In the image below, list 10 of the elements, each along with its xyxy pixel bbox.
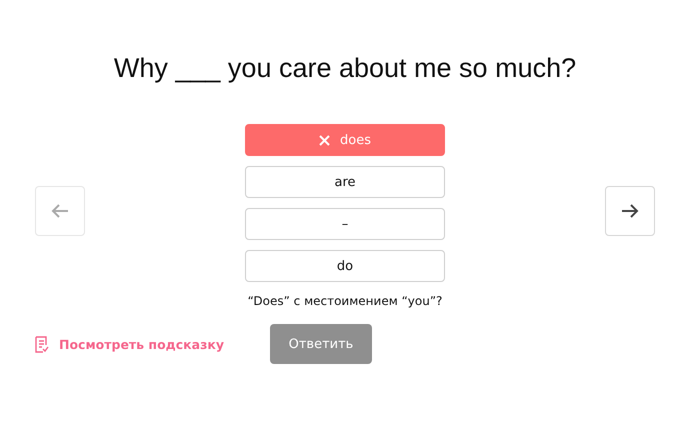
answer-option[interactable]: – [245,208,445,240]
answer-option[interactable]: are [245,166,445,198]
left-arrow-icon [51,203,69,219]
next-button[interactable] [605,186,655,236]
note-icon [35,336,49,352]
question-text: Why ___ you care about me so much? [112,52,578,85]
feedback-text: “Does” с местоимением “you”? [246,294,444,308]
cross-icon [319,134,330,146]
right-arrow-icon [621,203,639,219]
answer-option[interactable]: do [245,250,445,282]
